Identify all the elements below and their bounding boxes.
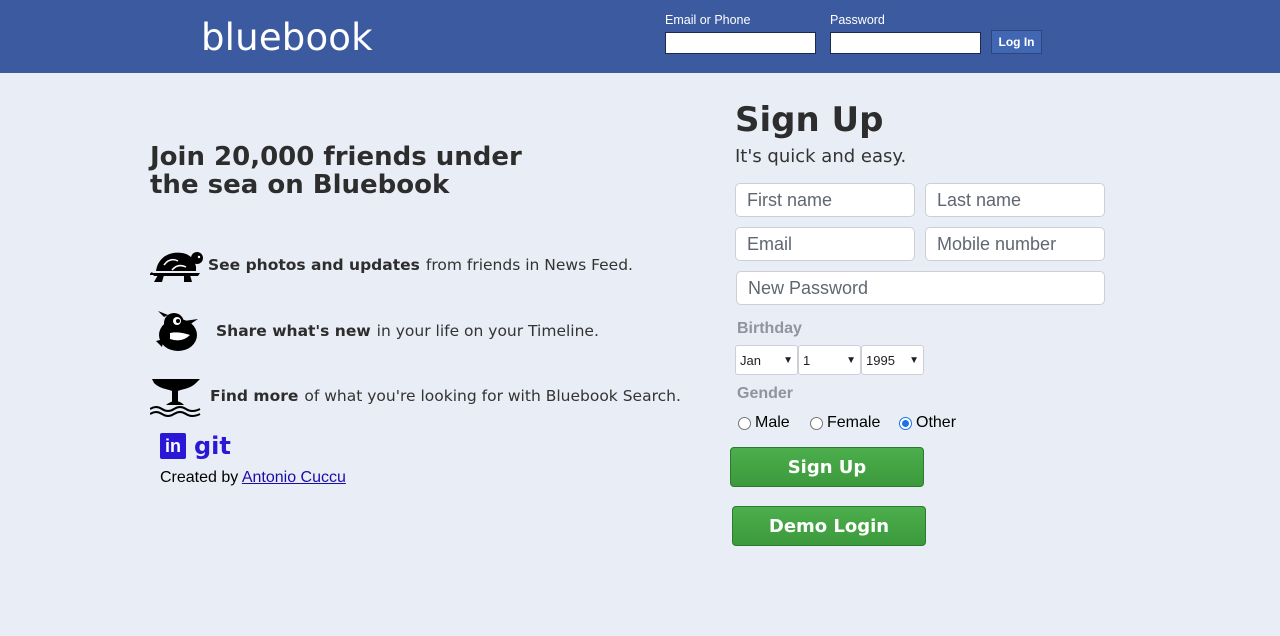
birthday-year-value: 1995 [866, 352, 895, 368]
feature-search-text: of what you're looking for with Bluebook… [304, 387, 681, 405]
gender-other-label: Other [916, 414, 957, 431]
brand-logo[interactable]: bluebook [201, 16, 373, 59]
login-email-input[interactable] [665, 32, 816, 54]
feature-photos-bold: See photos and updates [208, 256, 420, 274]
git-link[interactable]: git [194, 432, 231, 460]
birthday-month-select[interactable]: Jan ▼ [735, 345, 798, 375]
feature-search: Find more of what you're looking for wit… [150, 374, 681, 418]
login-password-group: Password [830, 13, 981, 54]
radio-male[interactable] [738, 416, 751, 430]
first-name-input[interactable] [735, 183, 915, 217]
top-bar: bluebook Email or Phone Password Log In [0, 0, 1280, 73]
demo-login-button[interactable]: Demo Login [732, 506, 926, 546]
feature-share: Share what's new in your life on your Ti… [150, 309, 599, 353]
gender-male-label: Male [755, 414, 790, 431]
birthday-month-value: Jan [740, 352, 761, 368]
gender-male-option[interactable]: Male [738, 414, 790, 432]
social-links: in git [160, 432, 231, 460]
intro-headline: Join 20,000 friends under the sea on Blu… [150, 142, 522, 200]
gender-label: Gender [737, 385, 794, 402]
birthday-day-select[interactable]: 1 ▼ [798, 345, 861, 375]
mobile-input[interactable] [925, 227, 1105, 261]
turtle-icon [150, 243, 208, 287]
chevron-down-icon: ▼ [846, 354, 856, 366]
linkedin-icon[interactable]: in [160, 433, 186, 459]
login-button[interactable]: Log In [991, 30, 1042, 54]
gender-other-option[interactable]: Other [899, 414, 956, 432]
chevron-down-icon: ▼ [909, 354, 919, 366]
signup-title: Sign Up [735, 100, 884, 140]
email-input[interactable] [735, 227, 915, 261]
signup-subtitle: It's quick and easy. [735, 146, 907, 167]
credit-author-link[interactable]: Antonio Cuccu [242, 469, 346, 486]
feature-share-bold: Share what's new [216, 322, 371, 340]
credit-line: Created by Antonio Cuccu [160, 469, 346, 487]
birthday-year-select[interactable]: 1995 ▼ [861, 345, 924, 375]
gender-female-label: Female [827, 414, 881, 431]
bird-icon [150, 309, 216, 353]
feature-share-text: in your life on your Timeline. [376, 322, 599, 340]
signup-button[interactable]: Sign Up [730, 447, 924, 487]
whale-tail-icon [150, 374, 210, 418]
login-email-group: Email or Phone [665, 13, 816, 54]
birthday-label: Birthday [737, 320, 802, 337]
gender-female-option[interactable]: Female [810, 414, 880, 432]
birthday-day-value: 1 [803, 352, 811, 368]
last-name-input[interactable] [925, 183, 1105, 217]
feature-photos-text: from friends in News Feed. [425, 256, 633, 274]
login-email-label: Email or Phone [665, 13, 751, 27]
credit-prefix: Created by [160, 469, 239, 486]
login-password-label: Password [830, 13, 885, 27]
radio-female[interactable] [810, 416, 823, 430]
radio-other[interactable] [899, 416, 912, 430]
feature-photos: See photos and updates from friends in N… [150, 243, 633, 287]
new-password-input[interactable] [736, 271, 1105, 305]
feature-search-bold: Find more [210, 387, 299, 405]
login-password-input[interactable] [830, 32, 981, 54]
chevron-down-icon: ▼ [783, 354, 793, 366]
